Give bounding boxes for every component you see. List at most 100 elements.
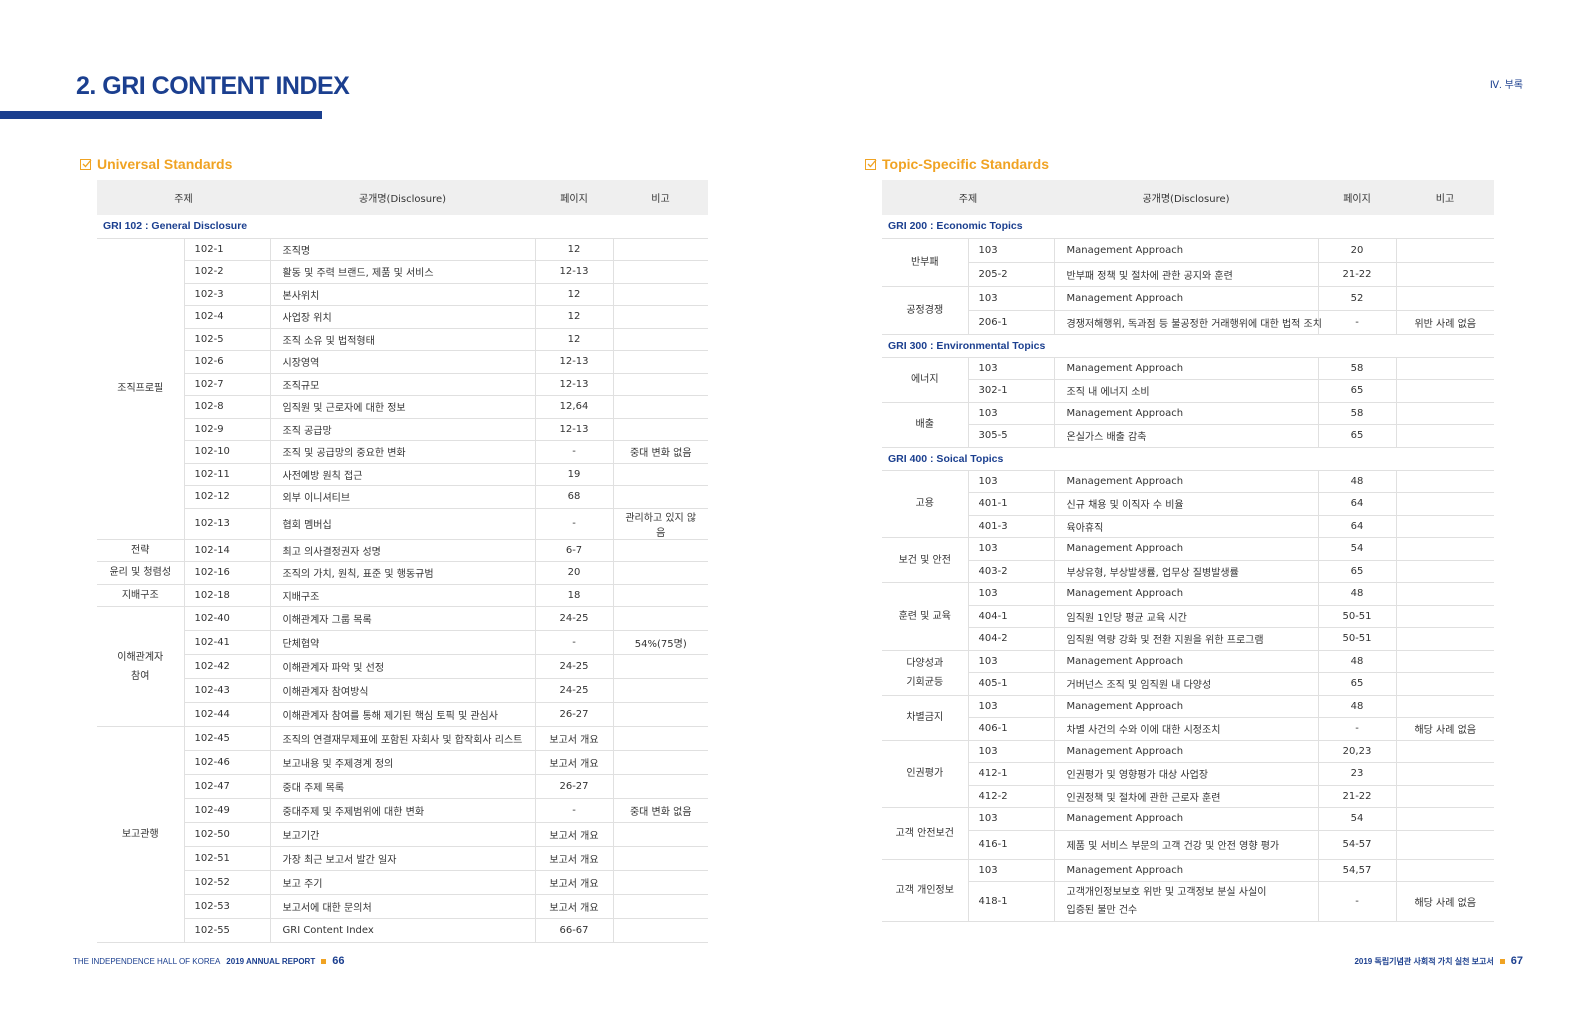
page-cell: - — [1317, 717, 1397, 741]
page-cell: 보고서 개요 — [534, 846, 614, 871]
page-cell: 54 — [1317, 807, 1397, 831]
note-cell — [1396, 424, 1494, 448]
table-row: 102-7 조직규모 12-13 — [97, 373, 708, 396]
note-cell — [613, 654, 708, 679]
disclosure-cell: 이해관계자 참여를 통해 제기된 핵심 토픽 및 관심사 — [270, 702, 535, 727]
code-cell: 206-1 — [968, 310, 1055, 335]
table-row: 401-1 신규 채용 및 이직자 수 비율 64 — [882, 492, 1494, 516]
page-cell: 65 — [1317, 379, 1397, 403]
code-cell: 404-2 — [968, 627, 1055, 651]
page-cell: 48 — [1317, 582, 1397, 606]
page-cell: 65 — [1317, 560, 1397, 583]
note-cell — [613, 395, 708, 419]
code-cell: 103 — [968, 859, 1055, 882]
disclosure-cell: Management Approach — [1054, 238, 1318, 263]
code-cell: 305-5 — [968, 424, 1055, 448]
table-row: 206-1 경쟁저해행위, 독과점 등 불공정한 거래행위에 대한 법적 조치 - 위… — [882, 310, 1494, 335]
code-cell: 103 — [968, 807, 1055, 831]
code-cell: 102-13 — [184, 508, 271, 540]
note-cell — [613, 328, 708, 351]
table-row: 윤리 및 청렴성 102-16 조직의 가치, 원칙, 표준 및 행동규범 20 — [97, 561, 708, 585]
code-cell: 103 — [968, 470, 1055, 493]
topic-cell: 배출 — [882, 402, 969, 448]
table-row: 보건 및 안전 103 Management Approach 54 — [882, 537, 1494, 583]
note-cell: 관리하고 있지 않음 — [613, 508, 708, 540]
note-cell — [1396, 560, 1494, 583]
note-cell — [1396, 830, 1494, 860]
code-cell: 103 — [968, 582, 1055, 606]
code-cell: 103 — [968, 740, 1055, 763]
note-cell — [1396, 859, 1494, 882]
code-cell: 102-40 — [184, 606, 271, 631]
group-title: GRI 400 : Soical Topics — [882, 447, 1494, 471]
topic-cell: 전략 — [97, 539, 185, 562]
disclosure-cell: Management Approach — [1054, 650, 1318, 673]
table-row: 지배구조 102-18 지배구조 18 — [97, 584, 708, 607]
code-cell: 102-49 — [184, 798, 271, 823]
note-cell — [1396, 470, 1494, 493]
note-cell: 위반 사례 없음 — [1396, 310, 1494, 335]
disclosure-cell: 최고 의사결정권자 성명 — [270, 539, 535, 562]
table-row: 102-2 활동 및 주력 브랜드, 제품 및 서비스 12-13 — [97, 260, 708, 284]
col-header-disclosure: 공개명(Disclosure) — [270, 180, 535, 215]
disclosure-cell: 이해관계자 참여방식 — [270, 678, 535, 703]
note-cell: 중대 변화 없음 — [613, 798, 708, 823]
page-cell: 52 — [1317, 286, 1397, 311]
group-title: GRI 300 : Environmental Topics — [882, 334, 1494, 358]
note-cell — [613, 305, 708, 329]
disclosure-cell: 사업장 위치 — [270, 305, 535, 329]
topic-cell: 반부패 — [882, 238, 969, 287]
table-row: 406-1 차별 사건의 수와 이에 대한 시정조치 - 해당 사례 없음 — [882, 717, 1494, 741]
disclosure-cell: 외부 이니셔티브 — [270, 485, 535, 509]
note-cell — [1396, 286, 1494, 311]
page-cell: 19 — [534, 463, 614, 486]
col-header-note: 비고 — [1396, 180, 1494, 215]
footer-dot-icon — [321, 958, 327, 964]
table-row: 배출 103 Management Approach 58 — [882, 402, 1494, 448]
group-row: GRI 400 : Soical Topics — [882, 447, 1494, 471]
code-cell: 102-41 — [184, 630, 271, 655]
code-cell: 102-5 — [184, 328, 271, 351]
code-cell: 102-3 — [184, 283, 271, 306]
disclosure-cell: 중대주제 및 주제범위에 대한 변화 — [270, 798, 535, 823]
disclosure-cell: 보고서에 대한 문의처 — [270, 894, 535, 919]
page-cell: 24-25 — [534, 654, 614, 679]
page-cell: 보고서 개요 — [534, 894, 614, 919]
table-row: 반부패 103 Management Approach 20 — [882, 238, 1494, 287]
table-row: 102-42 이해관계자 파악 및 선정 24-25 — [97, 654, 708, 679]
disclosure-cell: 조직명 — [270, 238, 535, 261]
code-cell: 102-47 — [184, 774, 271, 799]
page-cell: 24-25 — [534, 678, 614, 703]
table-row: 102-43 이해관계자 참여방식 24-25 — [97, 678, 708, 703]
note-cell — [613, 539, 708, 562]
table-row: 고객 안전보건 103 Management Approach 54 — [882, 807, 1494, 860]
page-cell: 12 — [534, 328, 614, 351]
disclosure-cell: Management Approach — [1054, 470, 1318, 493]
footer-report-name: 2019 독립기념관 사회적 가치 실천 보고서 — [1354, 956, 1494, 966]
topic-cell: 공정경쟁 — [882, 286, 969, 335]
note-cell — [613, 918, 708, 943]
note-cell — [613, 894, 708, 919]
table-row: 다양성과 기회균등 103 Management Approach 48 — [882, 650, 1494, 696]
table-row: 고객 개인정보 103 Management Approach 54,57 — [882, 859, 1494, 922]
disclosure-cell: 보고내용 및 주제경계 정의 — [270, 750, 535, 775]
disclosure-cell: Management Approach — [1054, 357, 1318, 380]
topic-cell: 이해관계자 참여 — [97, 606, 185, 727]
table-row: 404-1 임직원 1인당 평균 교육 시간 50-51 — [882, 605, 1494, 628]
disclosure-cell: Management Approach — [1054, 582, 1318, 606]
page-cell: 48 — [1317, 650, 1397, 673]
note-cell — [613, 283, 708, 306]
table-row: 인권평가 103 Management Approach 20,23 — [882, 740, 1494, 808]
code-cell: 102-55 — [184, 918, 271, 943]
disclosure-cell: 협회 멤버십 — [270, 508, 535, 540]
table-row: 403-2 부상유형, 부상발생률, 업무상 질병발생률 65 — [882, 560, 1494, 583]
disclosure-cell: 사전예방 원칙 접근 — [270, 463, 535, 486]
group-title: GRI 200 : Economic Topics — [882, 215, 1494, 239]
footer-right: 2019 독립기념관 사회적 가치 실천 보고서 67 — [1354, 955, 1523, 967]
table-row: 305-5 온실가스 배출 감축 65 — [882, 424, 1494, 448]
table-row: 에너지 103 Management Approach 58 — [882, 357, 1494, 403]
disclosure-cell: 임직원 역량 강화 및 전환 지원을 위한 프로그램 — [1054, 627, 1318, 651]
page-cell: 12-13 — [534, 418, 614, 441]
page-cell: - — [534, 798, 614, 823]
code-cell: 102-8 — [184, 395, 271, 419]
